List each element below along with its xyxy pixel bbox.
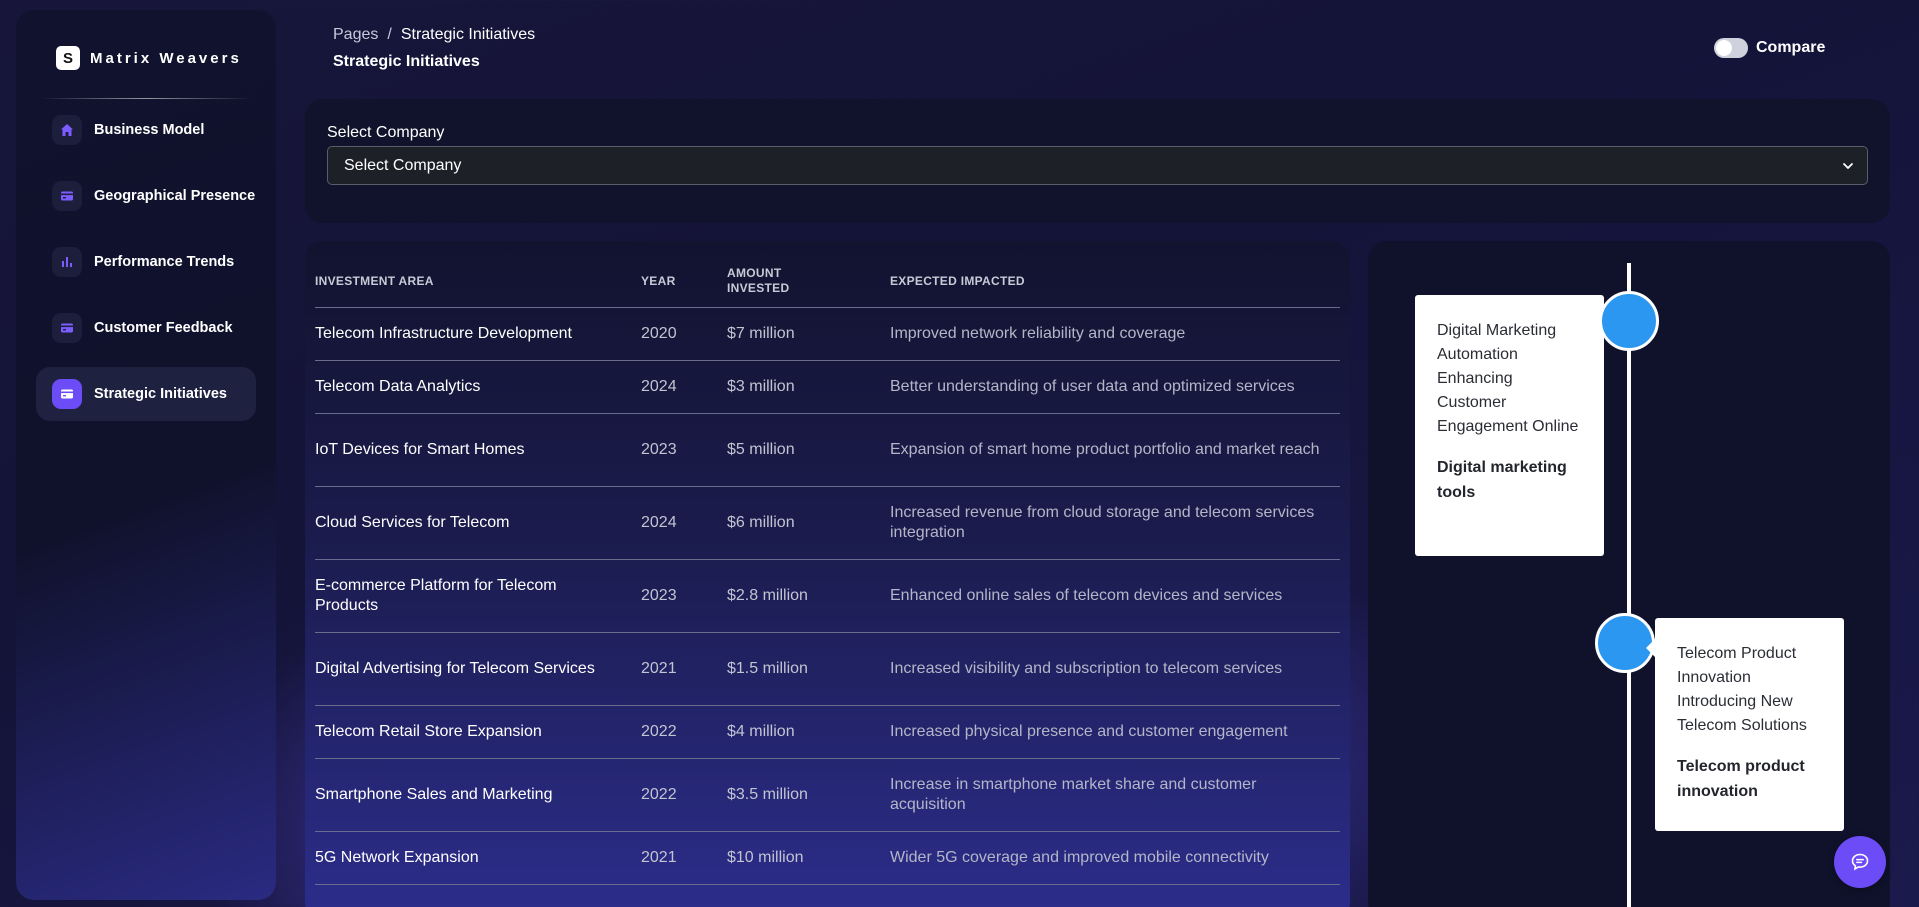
cell-impact: Wider 5G coverage and improved mobile co… — [890, 849, 1269, 866]
table-row[interactable]: Telecom Data Analytics 2024 $3 million B… — [315, 361, 1340, 414]
sidebar-item-label: Business Model — [94, 122, 205, 138]
timeline-dot — [1599, 291, 1659, 351]
cell-amount: $6 million — [727, 514, 795, 531]
table-row[interactable]: E-commerce Platform for Telecom Products… — [315, 560, 1340, 633]
table-row[interactable]: 5G Network Expansion 2021 $10 million Wi… — [315, 832, 1340, 885]
timeline-item-description: Digital Marketing Automation Enhancing C… — [1437, 322, 1579, 435]
cell-impact: Expansion of smart home product portfoli… — [890, 441, 1320, 458]
timeline-line — [1627, 263, 1631, 907]
cell-investment-area: Smartphone Sales and Marketing — [315, 786, 553, 803]
cell-impact: Improved network reliability and coverag… — [890, 325, 1186, 342]
sidebar-item-label: Geographical Presence — [94, 188, 256, 204]
cell-year: 2024 — [641, 514, 677, 531]
compare-toggle[interactable] — [1714, 38, 1748, 58]
bar-chart-icon — [52, 247, 82, 277]
cell-investment-area: IoT Devices for Smart Homes — [315, 441, 525, 458]
cell-investment-area: Telecom Data Analytics — [315, 378, 481, 395]
table-row[interactable]: Smartphone Sales and Marketing 2022 $3.5… — [315, 759, 1340, 832]
cell-amount: $3.5 million — [727, 786, 808, 803]
chat-button[interactable] — [1834, 836, 1886, 888]
breadcrumb-current: Strategic Initiatives — [400, 26, 536, 43]
cell-impact: Increased revenue from cloud storage and… — [890, 504, 1315, 541]
logo-icon: S — [56, 46, 80, 70]
investment-table-card: INVESTMENT AREA YEAR AMOUNT INVESTED EXP… — [305, 241, 1350, 907]
company-select-value: Select Company — [344, 156, 462, 174]
timeline-item-description: Telecom Product Innovation Introducing N… — [1677, 645, 1807, 734]
sidebar-item-business-model[interactable]: Business Model — [36, 103, 256, 157]
cell-year: 2020 — [641, 325, 677, 342]
sidebar-item-label: Customer Feedback — [94, 320, 233, 336]
company-select-card: Select Company Select Company — [305, 99, 1890, 223]
company-select-label: Select Company — [327, 124, 445, 141]
cell-impact: Enhanced online sales of telecom devices… — [890, 587, 1283, 604]
timeline-item-title: Digital marketing tools — [1437, 459, 1567, 501]
cell-amount: $4 million — [727, 723, 795, 740]
sidebar-item-label: Strategic Initiatives — [94, 386, 227, 402]
cell-impact: Increased visibility and subscription to… — [890, 660, 1283, 677]
breadcrumb-separator: / — [387, 26, 392, 43]
chevron-down-icon — [1843, 163, 1853, 169]
timeline-item-title: Telecom product innovation — [1677, 758, 1805, 800]
cell-amount: $10 million — [727, 849, 804, 866]
cell-investment-area: Telecom Retail Store Expansion — [315, 723, 542, 740]
cell-year: 2022 — [641, 723, 677, 740]
table-header: INVESTMENT AREA YEAR AMOUNT INVESTED EXP… — [315, 241, 1340, 308]
sidebar-divider — [40, 98, 252, 99]
column-header-investment-area[interactable]: INVESTMENT AREA — [315, 274, 434, 289]
column-header-year[interactable]: YEAR — [641, 274, 676, 289]
compare-label: Compare — [1756, 39, 1826, 56]
timeline-item-card[interactable]: Digital Marketing Automation Enhancing C… — [1415, 295, 1613, 556]
cell-amount: $7 million — [727, 325, 795, 342]
card-icon — [52, 379, 82, 409]
table-row[interactable]: IoT Devices for Smart Homes 2023 $5 mill… — [315, 414, 1340, 487]
cell-impact: Increase in smartphone market share and … — [890, 776, 1257, 813]
column-header-amount-invested[interactable]: AMOUNT INVESTED — [727, 266, 807, 296]
cell-year: 2022 — [641, 786, 677, 803]
sidebar-item-label: Performance Trends — [94, 254, 235, 270]
table-row[interactable]: Telecom Retail Store Expansion 2022 $4 m… — [315, 706, 1340, 759]
table-row[interactable]: Telecom Infrastructure Development 2020 … — [315, 308, 1340, 361]
company-select[interactable]: Select Company — [327, 146, 1868, 185]
cell-year: 2023 — [641, 441, 677, 458]
breadcrumb: Pages / Strategic Initiatives — [333, 26, 535, 44]
sidebar-item-performance-trends[interactable]: Performance Trends — [36, 235, 256, 289]
sidebar: S Matrix Weavers Business Model Geograph… — [16, 10, 276, 900]
cell-investment-area: E-commerce Platform for Telecom Products — [315, 577, 557, 614]
sidebar-item-geographical-presence[interactable]: Geographical Presence — [36, 169, 256, 223]
sidebar-item-customer-feedback[interactable]: Customer Feedback — [36, 301, 256, 355]
breadcrumb-root[interactable]: Pages — [333, 26, 378, 44]
app-logo[interactable]: S Matrix Weavers — [56, 46, 242, 70]
cell-year: 2021 — [641, 660, 677, 677]
timeline-pointer — [1646, 638, 1656, 658]
cell-investment-area: 5G Network Expansion — [315, 849, 479, 866]
app-name: Matrix Weavers — [90, 49, 242, 67]
toggle-knob — [1716, 40, 1732, 56]
cell-impact: Increased physical presence and customer… — [890, 723, 1288, 740]
cell-amount: $2.8 million — [727, 587, 808, 604]
home-icon — [52, 115, 82, 145]
cell-year: 2023 — [641, 587, 677, 604]
card-icon — [52, 181, 82, 211]
chat-icon — [1851, 853, 1869, 871]
table-row[interactable]: Cloud Services for Telecom 2024 $6 milli… — [315, 487, 1340, 560]
timeline-card: Digital Marketing Automation Enhancing C… — [1368, 241, 1890, 907]
timeline-item-card[interactable]: Telecom Product Innovation Introducing N… — [1646, 618, 1844, 831]
card-icon — [52, 313, 82, 343]
cell-amount: $3 million — [727, 378, 795, 395]
compare-toggle-group: Compare — [1714, 38, 1825, 58]
cell-investment-area: Telecom Infrastructure Development — [315, 325, 572, 342]
cell-year: 2021 — [641, 849, 677, 866]
cell-impact: Better understanding of user data and op… — [890, 378, 1295, 395]
table-body: Telecom Infrastructure Development 2020 … — [315, 308, 1340, 885]
cell-amount: $5 million — [727, 441, 795, 458]
page-title: Strategic Initiatives — [333, 53, 480, 70]
column-header-expected-impacted[interactable]: EXPECTED IMPACTED — [890, 274, 1025, 289]
cell-amount: $1.5 million — [727, 660, 808, 677]
cell-year: 2024 — [641, 378, 677, 395]
cell-investment-area: Digital Advertising for Telecom Services — [315, 660, 595, 677]
cell-investment-area: Cloud Services for Telecom — [315, 514, 510, 531]
table-row[interactable]: Digital Advertising for Telecom Services… — [315, 633, 1340, 706]
sidebar-item-strategic-initiatives[interactable]: Strategic Initiatives — [36, 367, 256, 421]
